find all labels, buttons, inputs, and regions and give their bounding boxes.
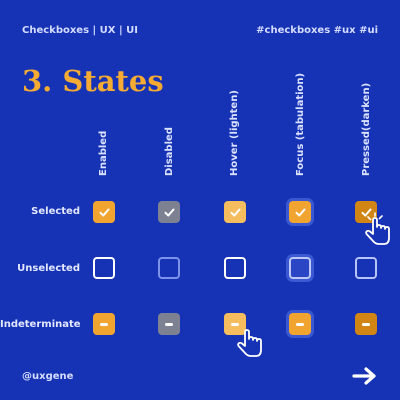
dash-icon: [100, 322, 108, 326]
row-label-unselected: Unselected: [17, 263, 80, 274]
checkbox-unselected-disabled[interactable]: [158, 257, 180, 279]
column-label-disabled: Disabled: [164, 127, 175, 176]
checkbox-unselected-focus[interactable]: [289, 257, 311, 279]
check-icon: [295, 208, 305, 216]
column-label-hover: Hover (lighten): [229, 90, 240, 176]
header-left: Checkboxes | UX | UI: [22, 25, 138, 36]
dash-icon: [362, 322, 370, 326]
header-right: #checkboxes #ux #ui: [256, 25, 378, 36]
checkbox-unselected-hover[interactable]: [224, 257, 246, 279]
row-label-indeterminate: Indeterminate: [0, 319, 81, 330]
checkbox-unselected-pressed[interactable]: [355, 257, 377, 279]
hand-pointer-icon: [237, 329, 262, 357]
check-icon: [230, 208, 240, 216]
checkbox-indeterminate-pressed[interactable]: [355, 313, 377, 335]
checkbox-selected-disabled[interactable]: [158, 201, 180, 223]
checkbox-selected-focus[interactable]: [289, 201, 311, 223]
row-label-selected: Selected: [31, 206, 80, 217]
check-icon: [164, 208, 174, 216]
author-handle: @uxgene: [22, 371, 74, 382]
dash-icon: [296, 322, 304, 326]
column-label-focus: Focus (tabulation): [295, 72, 306, 176]
checkbox-indeterminate-focus[interactable]: [289, 313, 311, 335]
checkbox-indeterminate-enabled[interactable]: [93, 313, 115, 335]
checkbox-unselected-enabled[interactable]: [93, 257, 115, 279]
arrow-right-icon[interactable]: [352, 366, 378, 386]
page-title: 3. States: [22, 64, 164, 98]
column-label-pressed: Pressed(darken): [361, 82, 372, 176]
checkbox-selected-hover[interactable]: [224, 201, 246, 223]
check-icon: [99, 208, 109, 216]
dash-icon: [165, 322, 173, 326]
column-label-enabled: Enabled: [98, 130, 109, 176]
checkbox-selected-enabled[interactable]: [93, 201, 115, 223]
checkbox-indeterminate-disabled[interactable]: [158, 313, 180, 335]
hand-pointer-icon: [365, 212, 390, 245]
